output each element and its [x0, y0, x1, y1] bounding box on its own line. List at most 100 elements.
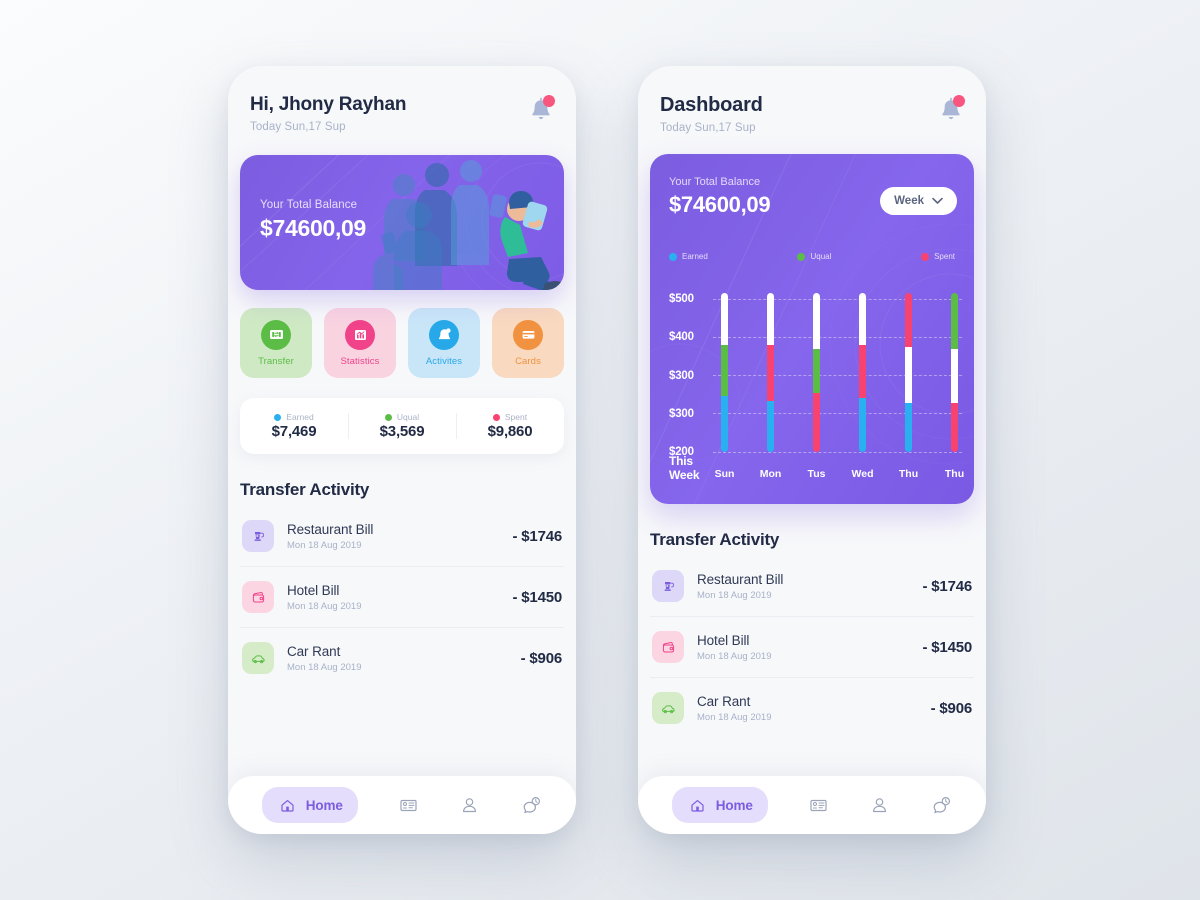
chart-plot-area: $500 $400 $300 $300 $200 [669, 293, 962, 458]
transaction-amount: - $1746 [922, 577, 973, 595]
transaction-amount: - $906 [520, 649, 563, 667]
chart-bar-segment-uqual [951, 293, 958, 349]
transaction-date: Mon 18 Aug 2019 [697, 650, 772, 662]
chart-bar-segment-uqual [813, 348, 820, 394]
chart-bar-segment-earned [721, 396, 728, 452]
balance-card[interactable]: Your Total Balance $74600,09 [240, 155, 564, 290]
stat-value-uqual: $3,569 [379, 423, 425, 440]
table-row[interactable]: Car Rant Mon 18 Aug 2019 - $906 [650, 678, 974, 738]
legend-dot-earned [669, 252, 677, 261]
stat-label-earned: Earned [286, 412, 314, 422]
statistics-icon [345, 319, 375, 350]
quick-actions-row: Transfer Statistics Activites Cards [240, 308, 564, 378]
notification-badge-dot [953, 95, 965, 107]
legend-dot-spent [921, 252, 930, 261]
person-icon [873, 797, 887, 812]
table-row[interactable]: Restaurant Bill Mon 18 Aug 2019 - $1746 [650, 556, 974, 617]
activities-icon [429, 319, 459, 350]
table-row[interactable]: Car Rant Mon 18 Aug 2019 - $906 [240, 628, 564, 688]
y-tick-label: $400 [669, 331, 694, 344]
chart-bar-segment-empty [721, 293, 728, 346]
chart-bar [905, 293, 912, 452]
legend-label-earned: Earned [682, 252, 708, 261]
transaction-amount: - $1746 [512, 527, 563, 545]
chart-bar [767, 293, 774, 452]
chart-bars [721, 293, 958, 452]
table-row[interactable]: Hotel Bill Mon 18 Aug 2019 - $1450 [240, 567, 564, 628]
action-tile-statistics[interactable]: Statistics [324, 308, 396, 378]
balance-amount: $74600,09 [260, 215, 367, 241]
cards-icon [513, 319, 543, 350]
nav-label-home: Home [305, 797, 343, 813]
transaction-name: Car Rant [697, 693, 751, 709]
table-row[interactable]: Hotel Bill Mon 18 Aug 2019 - $1450 [650, 617, 974, 678]
chart-bar-segment-uqual [721, 345, 728, 397]
y-tick-label: $300 [669, 407, 694, 420]
action-tile-cards[interactable]: Cards [492, 308, 564, 378]
stat-value-spent: $9,860 [487, 423, 533, 440]
action-label-cards: Cards [515, 355, 541, 367]
notification-bell-button[interactable] [938, 95, 965, 124]
y-tick-label: $300 [669, 369, 694, 382]
stat-dot-spent [492, 413, 500, 421]
nav-item-cards[interactable] [807, 794, 829, 816]
chart-bar-segment-earned [905, 402, 912, 452]
chart-bar-segment-spent [905, 293, 912, 348]
stat-spent: Spent $9,860 [456, 412, 564, 440]
period-selector-week[interactable]: Week [880, 187, 957, 215]
chart-bar [721, 293, 728, 452]
legend-item-earned: Earned [669, 252, 708, 261]
nav-item-history[interactable] [520, 794, 542, 816]
action-label-statistics: Statistics [340, 355, 380, 367]
stat-label-spent: Spent [504, 412, 528, 422]
nav-item-home[interactable]: Home [261, 787, 358, 823]
chart-bar-segment-empty [767, 293, 774, 346]
chart-bar [859, 293, 866, 452]
transaction-date: Mon 18 Aug 2019 [287, 661, 362, 673]
transaction-amount: - $1450 [922, 638, 973, 656]
stat-value-earned: $7,469 [271, 423, 317, 440]
chart-bar-segment-empty [813, 293, 820, 349]
stat-dot-earned [274, 413, 282, 421]
chevron-down-icon [932, 197, 943, 204]
canvas: Hi, Jhony Rayhan Today Sun,17 Sup Your T… [0, 0, 1200, 900]
transaction-amount: - $1450 [512, 588, 563, 606]
transaction-date: Mon 18 Aug 2019 [287, 600, 362, 612]
notification-bell-button[interactable] [528, 95, 555, 124]
transaction-name: Restaurant Bill [697, 571, 784, 587]
greeting-subtitle: Today Sun,17 Sup [250, 121, 346, 133]
chart-balance-amount: $74600,09 [669, 192, 771, 217]
car-icon [652, 692, 684, 724]
chart-x-axis: This Week Sun Mon Tus Wed Thu Thu [669, 454, 965, 482]
nav-item-profile[interactable] [459, 794, 481, 816]
nav-label-home: Home [715, 797, 753, 813]
transaction-amount: - $906 [930, 699, 973, 717]
balance-chart-card: Your Total Balance $74600,09 Week Earned [650, 154, 974, 504]
transaction-name: Restaurant Bill [287, 521, 374, 537]
nav-item-profile[interactable] [869, 794, 891, 816]
chart-bar-segment-spent [813, 393, 820, 452]
legend-label-uqual: Uqual [810, 252, 832, 261]
card-icon [810, 799, 827, 811]
page-title: Dashboard [660, 94, 763, 116]
nav-item-history[interactable] [930, 794, 952, 816]
transaction-date: Mon 18 Aug 2019 [697, 711, 772, 723]
chart-bar [813, 293, 820, 452]
history-chat-icon [523, 796, 540, 813]
greeting-title: Hi, Jhony Rayhan [250, 94, 407, 115]
coffee-machine-icon [242, 520, 274, 552]
nav-item-home[interactable]: Home [671, 787, 768, 823]
stat-label-uqual: Uqual [396, 412, 420, 422]
coffee-machine-icon [652, 570, 684, 602]
chart-bar-segment-spent [859, 345, 866, 398]
list-fade-overlay [638, 750, 986, 776]
notification-badge-dot [543, 95, 555, 107]
action-tile-transfer[interactable]: Transfer [240, 308, 312, 378]
action-tile-activites[interactable]: Activites [408, 308, 480, 378]
nav-item-cards[interactable] [397, 794, 419, 816]
wallet-icon [242, 581, 274, 613]
transaction-name: Hotel Bill [287, 582, 340, 598]
people-on-phones-illustration [373, 160, 564, 290]
table-row[interactable]: Restaurant Bill Mon 18 Aug 2019 - $1746 [240, 506, 564, 567]
stat-dot-uqual [384, 413, 392, 421]
